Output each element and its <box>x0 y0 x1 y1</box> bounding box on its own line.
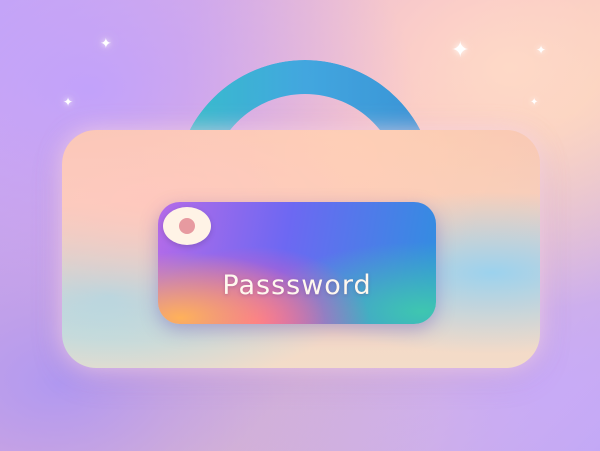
sparkle-icon: ✦ <box>536 43 547 57</box>
password-label: Passsword <box>222 270 372 301</box>
keyhole-icon <box>163 207 211 245</box>
sparkle-icon: ✦ <box>451 38 470 63</box>
sparkle-icon: ✦ <box>530 97 539 108</box>
sparkle-icon: ✦ <box>63 95 74 109</box>
sparkle-icon: ✦ <box>100 36 112 52</box>
